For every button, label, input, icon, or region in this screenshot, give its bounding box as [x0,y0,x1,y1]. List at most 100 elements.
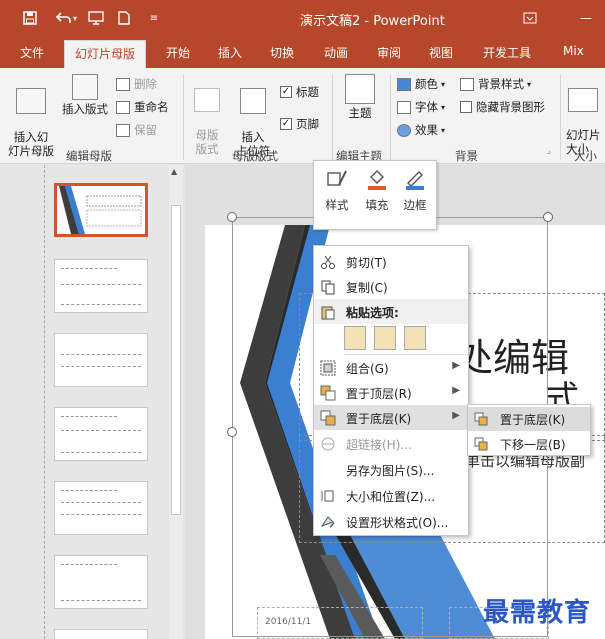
submenu-arrow-icon: ▶ [452,360,460,371]
thumb-line [61,268,117,269]
delete-label: 删除 [134,77,157,91]
paste-options-label: 粘贴选项: [346,306,399,320]
rename-icon [116,100,130,114]
layout-thumbnail[interactable] [54,481,148,535]
divider [560,74,561,160]
paste-keep-source-formatting-icon[interactable] [374,326,396,350]
shape-fill-button[interactable]: 填充 [358,165,396,213]
thumb-line [61,354,141,355]
paste-picture-icon[interactable] [404,326,426,350]
master-layout-label: 母版 版式 [195,128,219,156]
tab-mix[interactable]: Mix [563,44,584,58]
dialog-launcher-icon[interactable]: ⌟ [547,144,551,158]
shape-style-button[interactable]: 样式 [318,165,356,213]
shape-outline-button[interactable]: 边框 [396,165,434,213]
present-icon[interactable] [86,8,106,28]
submenu-item-label: 下移一层(B) [500,438,566,452]
menu-item-save-as-picture[interactable]: 另存为图片(S)... [314,457,468,482]
thumbnail-scrollbar[interactable]: ▲ [169,165,183,639]
ribbon-tabs: 文件 幻灯片母版 开始 插入 切换 动画 审阅 视图 开发工具 Mix [0,36,605,68]
preserve-button[interactable]: 保留 [116,122,157,138]
new-file-icon[interactable] [114,8,134,28]
effects-label: 效果 [415,123,438,137]
tab-home[interactable]: 开始 [166,44,190,61]
shape-style-label: 样式 [325,198,349,212]
menu-item-size-position[interactable]: 大小和位置(Z)... [314,483,468,508]
menu-item-copy[interactable]: 复制(C) [314,274,468,299]
layout-thumbnail[interactable] [54,555,148,609]
background-styles-button[interactable]: 背景样式 ▾ [460,76,531,92]
tab-developer[interactable]: 开发工具 [483,44,531,61]
group-label-size: 大小 [574,149,597,163]
layout-thumbnail[interactable] [54,629,148,639]
layout-thumbnail[interactable] [54,259,148,313]
tab-review[interactable]: 审阅 [377,44,401,61]
divider [183,74,184,160]
title-checkbox[interactable]: ✓ 标题 [280,84,319,100]
watermark: 最需教育 [483,598,592,628]
thumbnail-pane [0,165,185,639]
ribbon: 插入幻 灯片母版 插入版式 删除 重命名 保留 编辑母版 母版 版式 插入 占位… [0,68,605,164]
menu-item-label: 设置形状格式(O)... [346,516,449,530]
paste-option-buttons [344,326,426,350]
footer-checkbox[interactable]: ✓ 页脚 [280,116,319,132]
submenu-arrow-icon: ▶ [452,385,460,396]
scroll-up-icon[interactable]: ▲ [171,167,177,176]
tab-file[interactable]: 文件 [20,44,44,61]
fonts-label: 字体 [415,100,438,114]
menu-item-cut[interactable]: 剪切(T) [314,249,468,274]
menu-item-bring-to-front[interactable]: 置于顶层(R) ▶ [314,380,468,405]
tab-view[interactable]: 视图 [429,44,453,61]
save-icon[interactable] [20,8,40,28]
slide-size-button[interactable]: 幻灯片 大小 [566,74,605,156]
menu-item-label: 另存为图片(S)... [346,464,435,478]
copy-icon [320,279,336,295]
insert-layout-button[interactable]: 插入版式 [60,74,110,116]
thumb-line [61,430,99,431]
resize-handle[interactable] [227,427,237,437]
menu-item-group[interactable]: 组合(G) ▶ [314,355,468,380]
placeholder-icon [240,88,266,114]
ribbon-display-icon[interactable] [516,6,544,30]
paste-options-header: 粘贴选项: [314,299,468,324]
tab-insert[interactable]: 插入 [218,44,242,61]
resize-handle[interactable] [543,212,553,222]
mini-toolbar: 样式 填充 边框 [313,160,437,230]
thumb-line [61,304,141,305]
insert-placeholder-button[interactable]: 插入 占位符 [230,74,276,158]
tab-transitions[interactable]: 切换 [270,44,294,61]
fonts-button[interactable]: 字体 ▾ [397,99,445,115]
scrollbar-thumb[interactable] [171,205,181,515]
customize-qat-icon[interactable]: ≡ [144,8,164,28]
layout-thumbnail[interactable] [54,333,148,387]
link-icon [320,436,336,452]
delete-icon [116,77,130,91]
menu-item-format-shape[interactable]: 设置形状格式(O)... [314,509,468,534]
submenu-item-send-to-back[interactable]: 置于底层(K) [468,407,590,431]
menu-item-hyperlink[interactable]: 超链接(H)... [314,431,468,456]
resize-handle[interactable] [227,212,237,222]
master-layout-button[interactable]: 母版 版式 [190,74,224,156]
tree-line [44,165,45,639]
colors-icon [397,77,411,91]
master-thumbnail[interactable] [54,183,148,237]
delete-button[interactable]: 删除 [116,76,157,92]
theme-button[interactable]: 主题 [340,74,380,120]
master-layout-icon [194,88,220,112]
insert-slide-master-button[interactable]: 插入幻 灯片母版 [6,74,56,158]
tab-animations[interactable]: 动画 [324,44,348,61]
undo-dropdown-icon[interactable]: ▾ [70,8,80,28]
paste-use-destination-theme-icon[interactable] [344,326,366,350]
colors-button[interactable]: 颜色 ▾ [397,76,445,92]
menu-item-send-to-back[interactable]: 置于底层(K) ▶ [314,405,468,430]
shape-style-icon [325,167,349,191]
layout-thumbnail[interactable] [54,407,148,461]
rename-button[interactable]: 重命名 [116,99,169,115]
submenu-item-send-backward[interactable]: 下移一层(B) [468,432,590,456]
menu-item-label: 复制(C) [346,281,388,295]
effects-button[interactable]: 效果 ▾ [397,122,445,138]
size-position-icon [320,488,336,504]
hide-background-checkbox[interactable]: 隐藏背景图形 [460,99,545,115]
minimize-button[interactable]: — [572,6,600,30]
tab-slide-master[interactable]: 幻灯片母版 [64,40,147,68]
